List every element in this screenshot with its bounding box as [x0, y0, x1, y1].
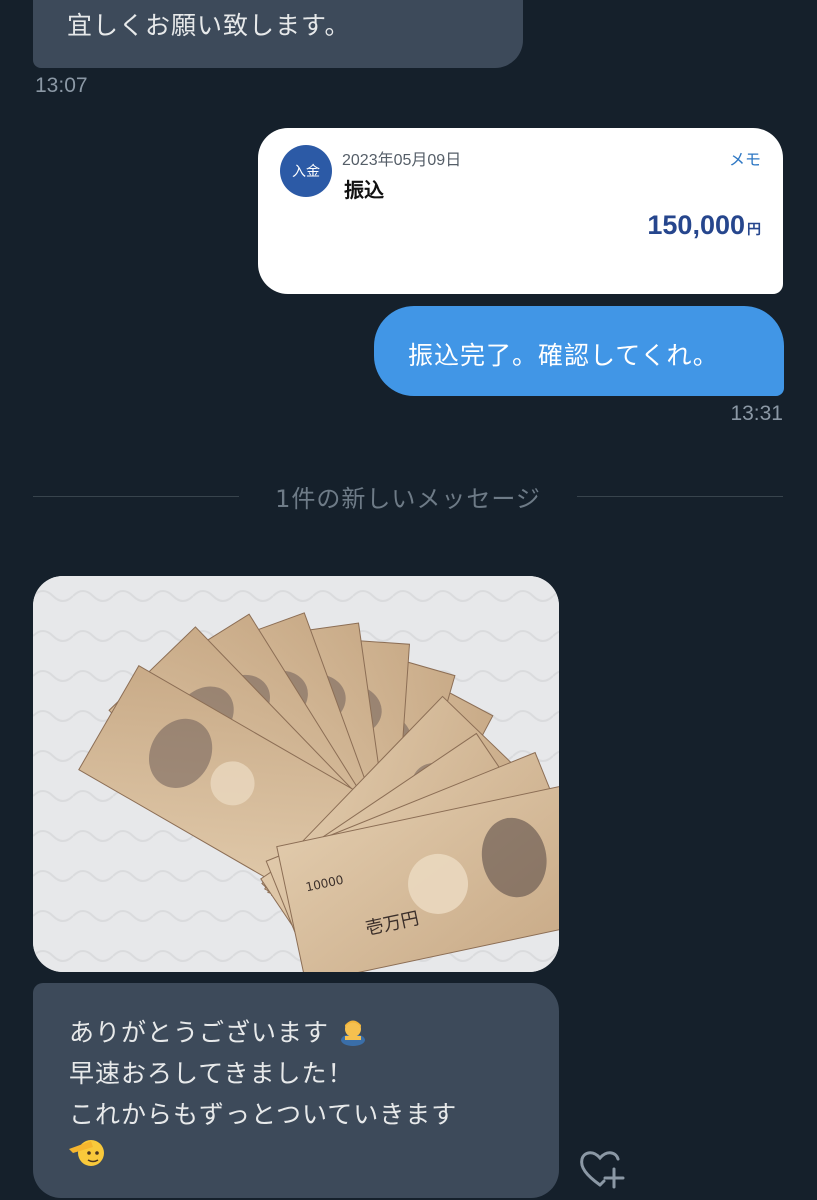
outgoing-message-bubble[interactable]: 振込完了。確認してくれ。: [374, 306, 784, 396]
incoming-message-bubble[interactable]: ありがとうございます 早速おろしてきました！ これからもずっとついていきます: [33, 983, 559, 1198]
message-text: 振込完了。確認してくれ。: [408, 341, 719, 370]
message-timestamp: 13:31: [730, 402, 783, 425]
person-bowing-emoji: [338, 1016, 368, 1052]
transfer-amount: 150,000 円: [647, 210, 761, 241]
message-timestamp: 13:07: [35, 74, 88, 97]
deposit-badge: 入金: [280, 145, 332, 197]
memo-link[interactable]: メモ: [729, 146, 761, 170]
transfer-receipt-card[interactable]: 入金 2023年05月09日 メモ 振込 150,000 円: [258, 128, 783, 294]
transfer-date: 2023年05月09日: [342, 152, 462, 169]
banknotes-image: 壱万円10000: [33, 576, 559, 972]
message-line: 早速おろしてきました！: [69, 1054, 354, 1090]
banknotes-photo[interactable]: 壱万円 10000: [33, 576, 559, 972]
currency-unit: 円: [747, 222, 761, 238]
message-line: ありがとうございます: [69, 1013, 368, 1052]
message-line: これからもずっとついていきます: [69, 1095, 457, 1131]
message-text: 宜しくお願い致します。: [67, 11, 351, 40]
divider-line: [577, 496, 783, 497]
amount-value: 150,000: [647, 210, 745, 240]
heart-add-icon[interactable]: [578, 1147, 626, 1191]
message-text: これからもずっとついていきます: [69, 1100, 458, 1129]
message-text: ありがとうございます: [69, 1018, 330, 1047]
saluting-face-emoji: [67, 1135, 107, 1173]
incoming-message-bubble[interactable]: 宜しくお願い致します。: [33, 0, 523, 68]
new-messages-divider: 1件の新しいメッセージ: [33, 477, 783, 513]
transfer-type: 振込: [344, 178, 384, 202]
message-text: 早速おろしてきました！: [69, 1059, 354, 1088]
